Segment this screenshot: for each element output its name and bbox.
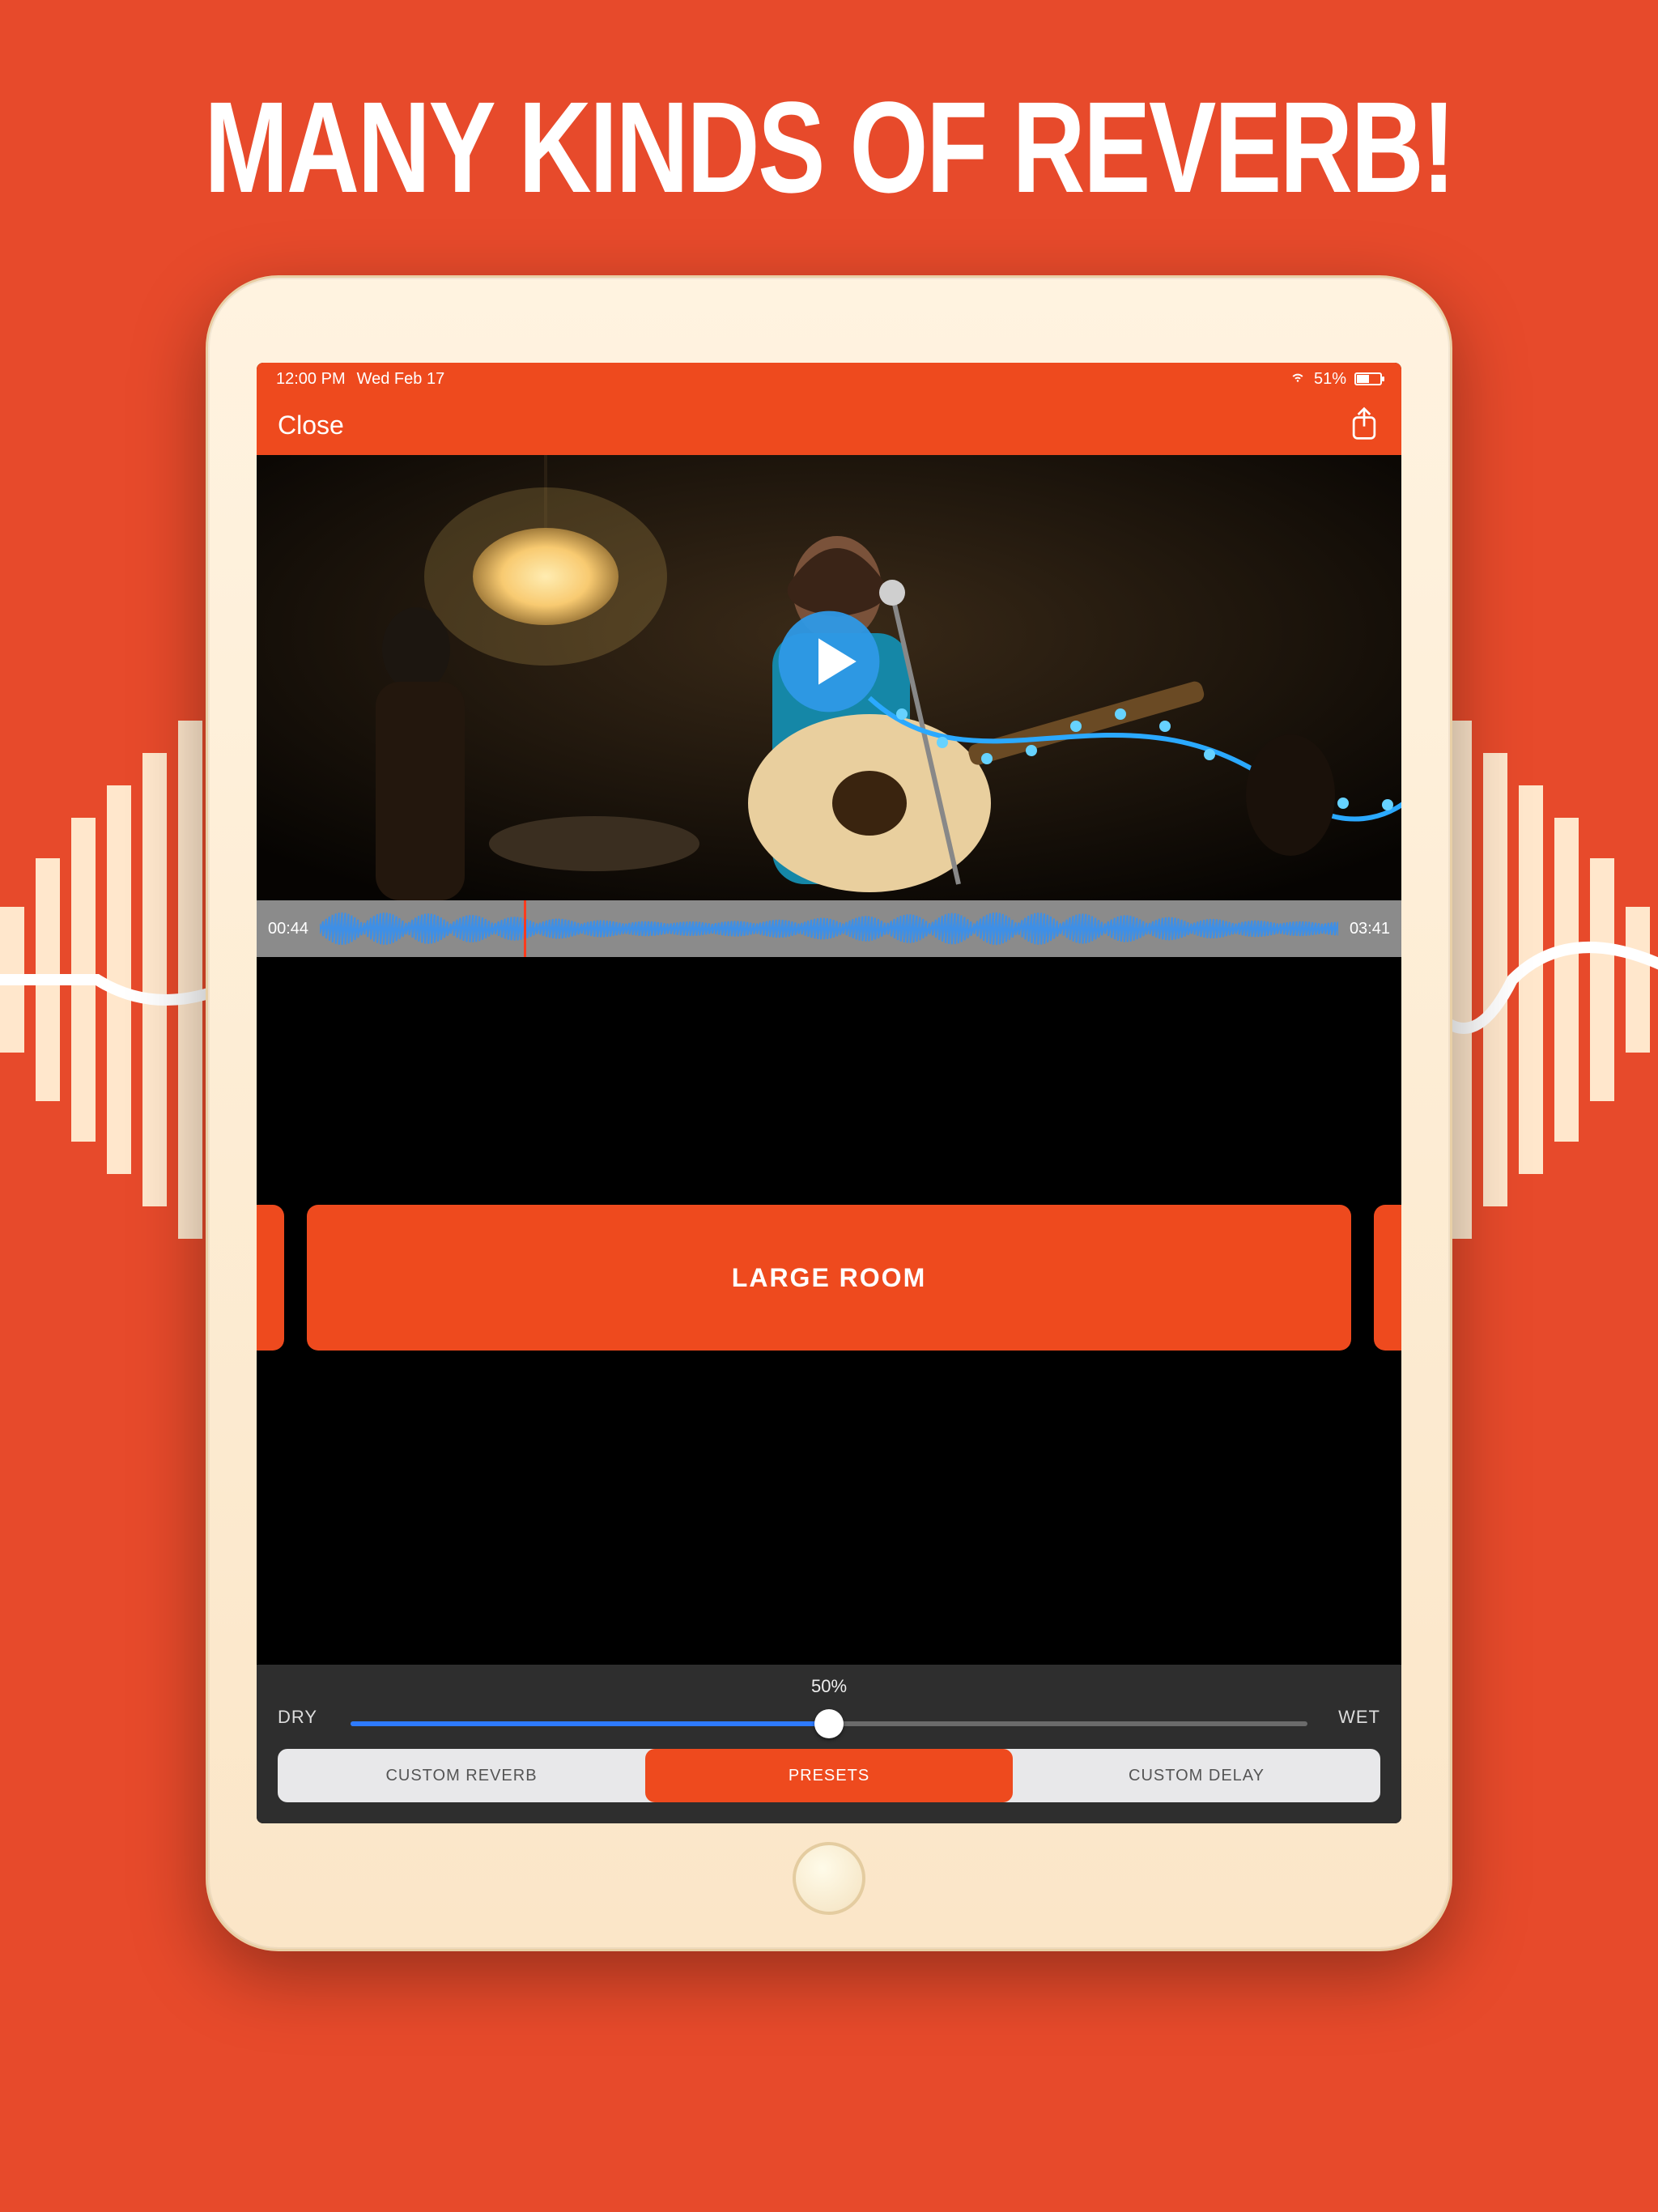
status-battery-pct: 51% [1314,370,1346,389]
bottom-control-panel: 50% DRY WET CUSTOM REVERBPRESETSCUSTOM D… [257,1665,1401,1823]
timeline-total-time: 03:41 [1338,920,1401,938]
preset-prev-peek[interactable] [257,1205,284,1351]
battery-icon [1354,372,1382,385]
promo-stage: MANY KINDS OF REVERB! [0,0,1658,2212]
status-time: 12:00 PM [276,370,346,389]
mix-slider[interactable] [351,1712,1307,1736]
play-icon[interactable] [776,609,882,714]
preset-carousel[interactable]: LARGE ROOM [257,1205,1401,1351]
close-button[interactable]: Close [278,410,344,440]
preset-card-current[interactable]: LARGE ROOM [307,1205,1351,1351]
waveform-strip[interactable] [320,910,1338,947]
playhead[interactable] [524,900,526,957]
mix-slider-wet-label: WET [1338,1707,1380,1728]
wifi-icon [1290,368,1306,389]
mix-slider-value: 50% [811,1676,847,1697]
mode-segmented-control[interactable]: CUSTOM REVERBPRESETSCUSTOM DELAY [278,1749,1380,1802]
mode-segment-1[interactable]: PRESETS [645,1749,1013,1802]
headline: MANY KINDS OF REVERB! [182,73,1475,222]
preset-card-label: LARGE ROOM [732,1263,926,1293]
audio-timeline[interactable]: 00:44 03:41 [257,900,1401,957]
timeline-current-time: 00:44 [257,920,320,938]
mix-slider-dry-label: DRY [278,1707,317,1728]
app-screen: 12:00 PM Wed Feb 17 51% Close [257,363,1401,1823]
navbar: Close [257,395,1401,455]
status-bar: 12:00 PM Wed Feb 17 51% [257,363,1401,395]
preset-next-peek[interactable] [1374,1205,1401,1351]
status-date: Wed Feb 17 [357,370,445,389]
mode-segment-0[interactable]: CUSTOM REVERB [278,1749,645,1802]
mix-slider-fill [351,1721,829,1726]
ipad-device: 12:00 PM Wed Feb 17 51% Close [206,275,1452,1951]
home-button[interactable] [793,1842,865,1915]
mode-segment-2[interactable]: CUSTOM DELAY [1013,1749,1380,1802]
share-icon[interactable] [1348,406,1380,445]
mix-slider-thumb[interactable] [814,1709,844,1738]
mix-slider-row: 50% DRY WET [278,1676,1380,1749]
video-preview[interactable] [257,455,1401,900]
